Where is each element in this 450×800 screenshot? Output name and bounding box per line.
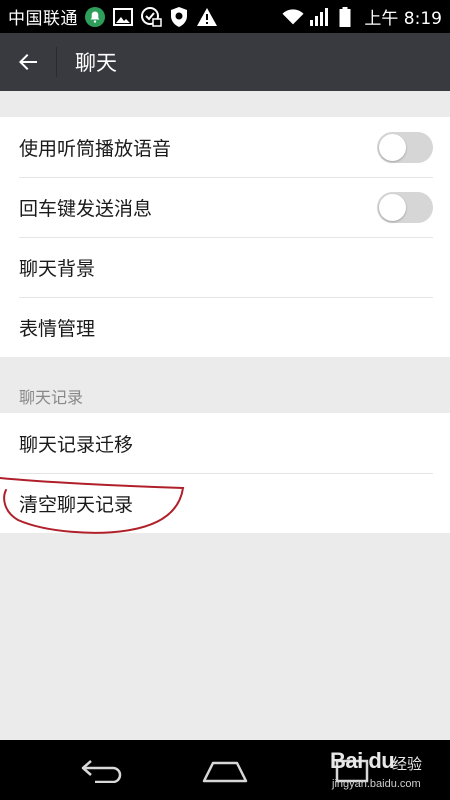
setting-row-clear-chat-history[interactable]: 清空聊天记录 <box>0 473 450 533</box>
enter-to-send-toggle[interactable] <box>377 192 433 223</box>
setting-label: 回车键发送消息 <box>19 197 153 220</box>
app-bar-divider <box>56 47 57 77</box>
nav-back-button[interactable] <box>66 752 136 788</box>
image-icon <box>112 6 134 28</box>
watermark-text: 经验 <box>392 756 423 773</box>
back-button[interactable] <box>0 33 56 91</box>
notification-bell-icon <box>84 6 106 28</box>
carrier-name: 中国联通 <box>8 9 78 29</box>
settings-group-general: 使用听筒播放语音 回车键发送消息 聊天背景 表情管理 <box>0 117 450 357</box>
setting-row-enter-to-send[interactable]: 回车键发送消息 <box>0 177 450 237</box>
shield-icon <box>168 6 190 28</box>
page-title: 聊天 <box>75 51 117 75</box>
app-bar: 聊天 <box>0 33 450 91</box>
status-bar: 中国联通 上午 8:19 <box>0 0 450 33</box>
nav-home-button[interactable] <box>190 752 260 788</box>
setting-label: 使用听筒播放语音 <box>19 137 172 160</box>
setting-row-earpiece-playback[interactable]: 使用听筒播放语音 <box>0 117 450 177</box>
earpiece-playback-toggle[interactable] <box>377 132 433 163</box>
setting-label: 表情管理 <box>19 317 96 340</box>
watermark-logo: Bai du <box>330 748 395 773</box>
arrow-left-icon <box>19 54 37 70</box>
setting-label: 聊天背景 <box>19 257 96 280</box>
toggle-knob <box>379 134 406 161</box>
watermark-url: jingyan.baidu.com <box>332 778 421 790</box>
settings-group-chat-history: 聊天记录迁移 清空聊天记录 <box>0 413 450 533</box>
security-app-icon <box>140 6 162 28</box>
section-header-chat-history: 聊天记录 <box>19 388 84 407</box>
wifi-icon <box>282 6 304 28</box>
toggle-knob <box>379 194 406 221</box>
status-time: 上午 8:19 <box>364 9 442 29</box>
setting-row-chat-history-migration[interactable]: 聊天记录迁移 <box>0 413 450 473</box>
back-nav-icon <box>81 760 122 783</box>
baidu-jingyan-watermark: Bai du 经验 jingyan.baidu.com <box>330 748 448 796</box>
setting-row-chat-background[interactable]: 聊天背景 <box>0 237 450 297</box>
setting-row-sticker-management[interactable]: 表情管理 <box>0 297 450 357</box>
warning-icon <box>196 6 218 28</box>
battery-icon <box>334 6 356 28</box>
signal-icon <box>308 6 330 28</box>
setting-label: 聊天记录迁移 <box>19 433 134 456</box>
setting-label: 清空聊天记录 <box>19 493 134 516</box>
home-nav-icon <box>202 761 248 783</box>
